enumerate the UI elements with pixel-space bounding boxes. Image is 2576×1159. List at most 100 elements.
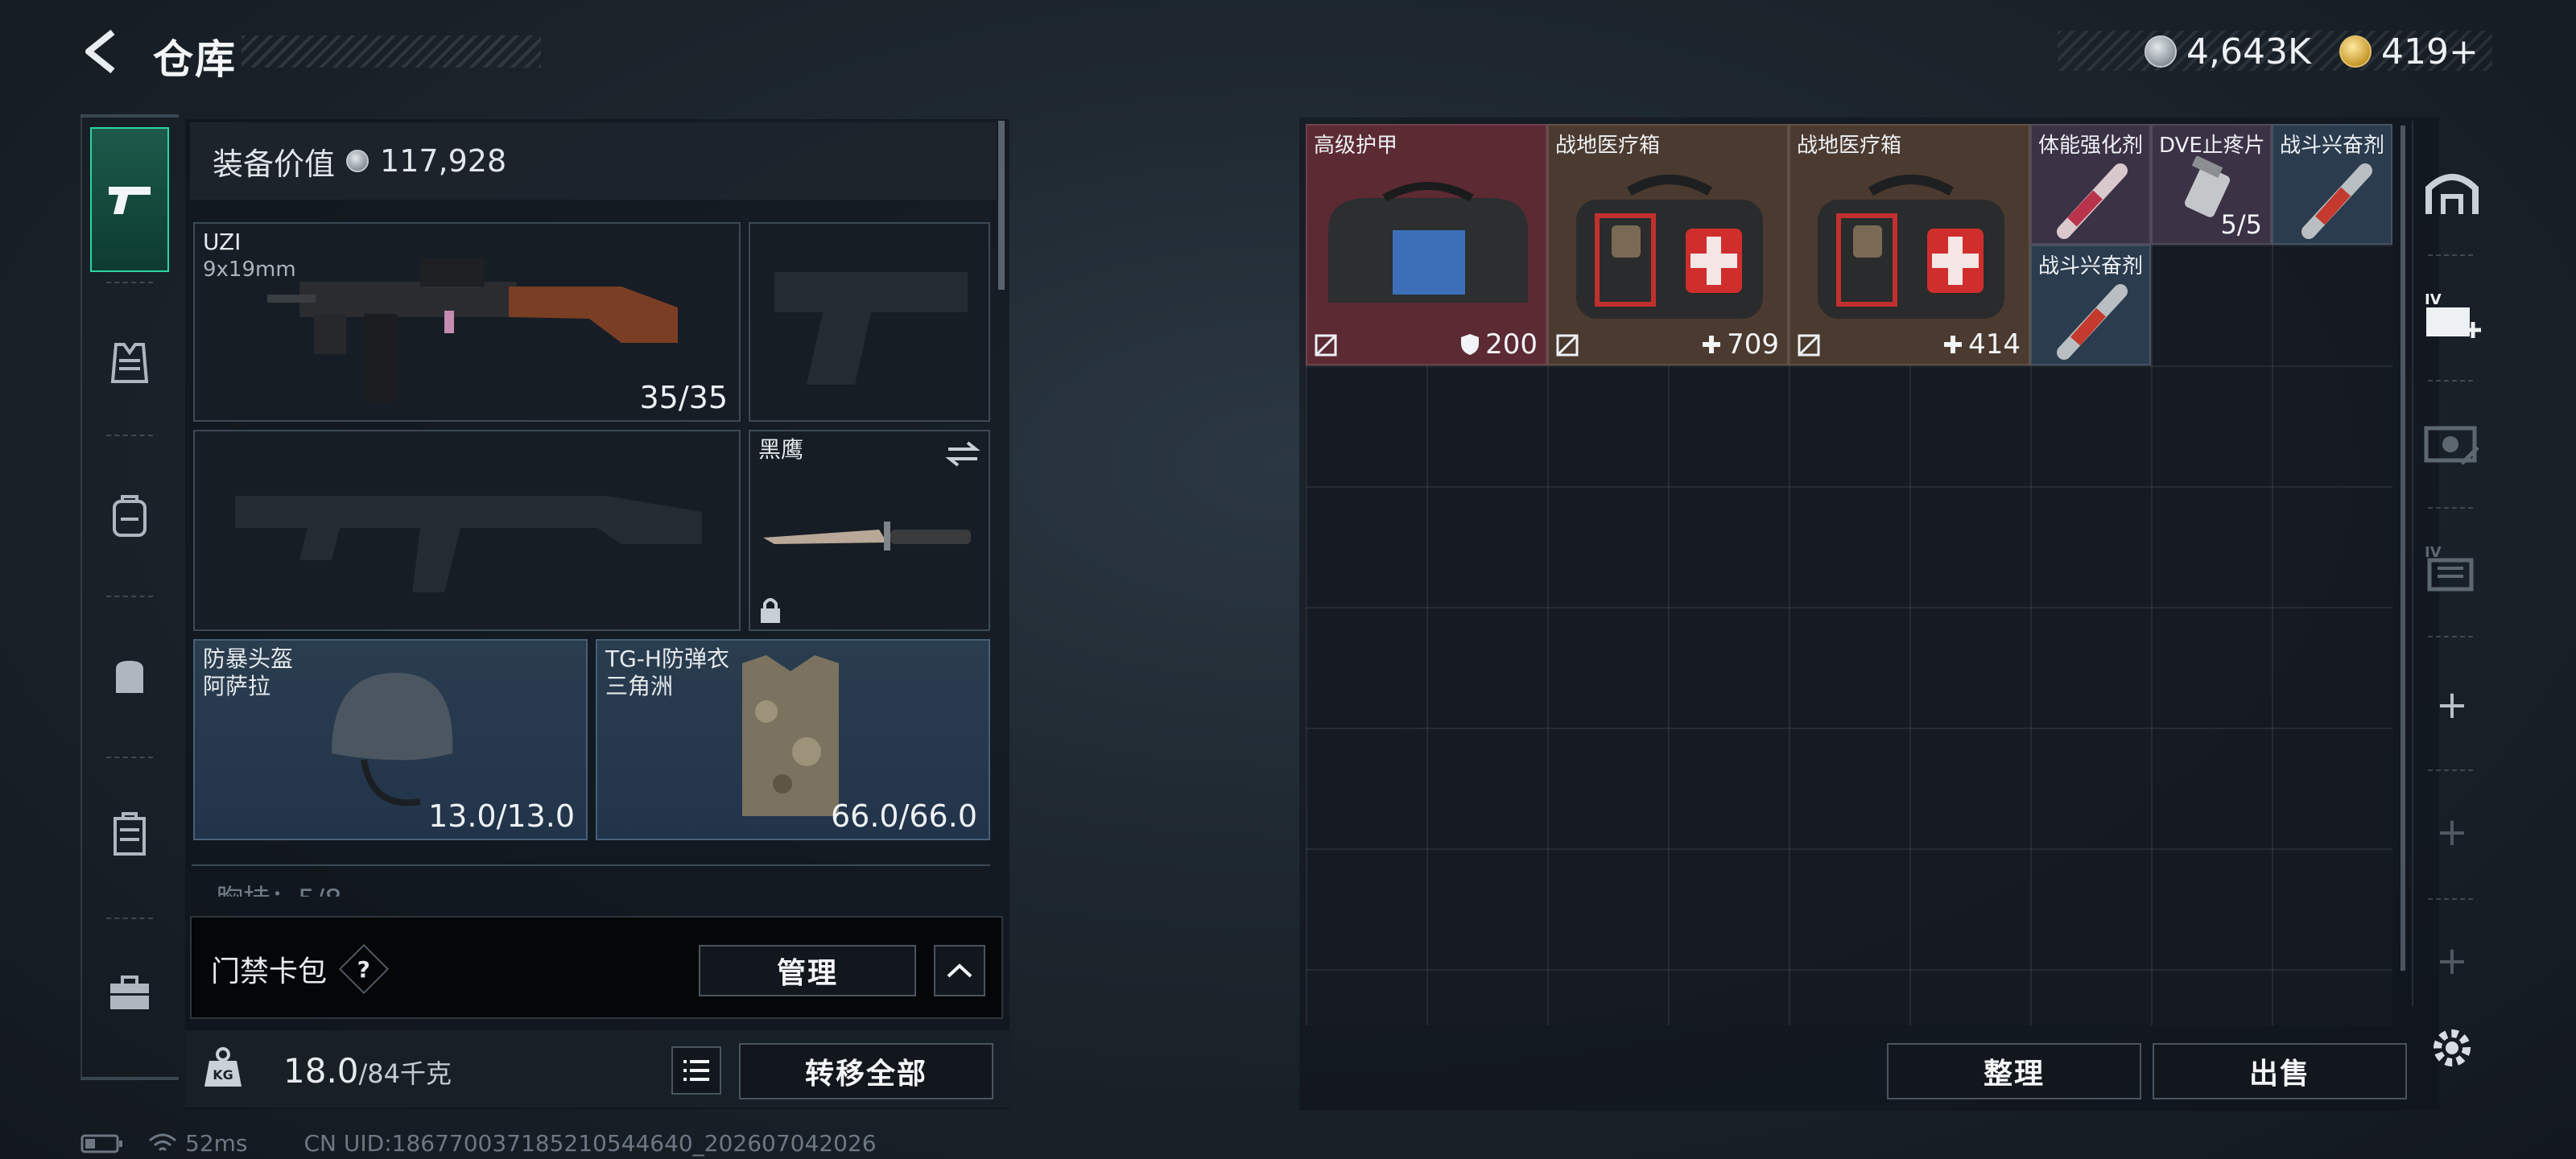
- sort-button[interactable]: 整理: [1887, 1043, 2141, 1099]
- storage-item[interactable]: 战地医疗箱 414: [1789, 124, 2030, 365]
- first-aid-kit-image: [1576, 175, 1763, 319]
- storage-tab-main[interactable]: [2421, 161, 2483, 222]
- back-arrow-icon[interactable]: [79, 27, 127, 76]
- storage-tab-locked-1[interactable]: [2421, 410, 2483, 472]
- weight-icon: KG: [201, 1046, 245, 1090]
- settings-button[interactable]: [2421, 1017, 2483, 1079]
- transfer-all-button[interactable]: 转移全部: [739, 1043, 993, 1099]
- item-value: 709: [1701, 328, 1779, 361]
- bag-icon: [116, 661, 143, 693]
- backpack-icon: [113, 495, 147, 537]
- item-name: 体能强化剂: [2038, 134, 2144, 158]
- ping-value: 52ms: [185, 1130, 248, 1157]
- locked-storage-icon: [2424, 426, 2479, 465]
- sell-button[interactable]: 出售: [2153, 1043, 2407, 1099]
- wifi-icon: [149, 1133, 176, 1151]
- warehouse-icon: [2425, 174, 2479, 214]
- secondary-weapon-slot[interactable]: [193, 430, 741, 631]
- weight-max: /84千克: [358, 1058, 452, 1089]
- side-separator: [2428, 636, 2473, 637]
- pistol-silhouette-icon: [774, 272, 968, 385]
- weapon-ammo: 35/35: [639, 380, 728, 415]
- gold-currency[interactable]: 419+: [2339, 29, 2479, 74]
- item-value: 200: [1459, 328, 1538, 361]
- add-storage-button-disabled: +: [2435, 810, 2469, 855]
- item-value-text: 414: [1968, 328, 2021, 361]
- plus-icon: [1703, 336, 1721, 353]
- toolbox-icon: [110, 975, 149, 1009]
- item-value-text: 709: [1727, 328, 1779, 361]
- tab-case[interactable]: [90, 795, 169, 874]
- storage-item[interactable]: DVE止疼片 5/5: [2151, 124, 2272, 245]
- tab-rail-bottom: [80, 1077, 179, 1080]
- plus-icon: [1944, 336, 1963, 353]
- gold-coin-icon: [2339, 35, 2372, 68]
- armor-name: TG-H防弹衣: [605, 645, 729, 672]
- battery-icon: [80, 1134, 122, 1153]
- storage-scrollbar[interactable]: [2401, 126, 2405, 971]
- storage-tab-locked-2[interactable]: IV: [2421, 538, 2483, 599]
- helmet-durability: 13.0/13.0: [427, 798, 575, 834]
- stimulant-injector-icon: [2057, 284, 2128, 360]
- title-decoration: [242, 35, 541, 68]
- tab-separator: [106, 757, 153, 758]
- item-value-text: 200: [1485, 328, 1538, 361]
- equipment-scrollbar[interactable]: [998, 121, 1005, 290]
- item-name: 战斗兴奋剂: [2038, 254, 2144, 278]
- item-count: 5/5: [2220, 209, 2263, 240]
- item-name: 战地医疗箱: [1797, 134, 1902, 158]
- armor-durability: 66.0/66.0: [830, 798, 977, 834]
- helmet-name: 防暴头盔: [203, 645, 294, 672]
- user-uid: CN UID:18677003718521054464​0_2026070420…: [303, 1130, 877, 1157]
- tab-bag[interactable]: [90, 636, 169, 715]
- medical-storage-icon: IV: [2425, 291, 2481, 338]
- tab-separator: [106, 918, 153, 919]
- no-insure-icon: [1798, 334, 1820, 357]
- chest-rig-label: 胸挂：5/8: [216, 884, 342, 897]
- helmet-image: [332, 673, 453, 806]
- item-value: 414: [1942, 328, 2021, 361]
- equipment-value-label: 装备价值: [213, 146, 336, 182]
- primary-weapon-slot[interactable]: UZI 9x19mm 35/35: [193, 222, 741, 422]
- pistol-icon: [109, 187, 151, 214]
- storage-item[interactable]: 战斗兴奋剂: [2272, 124, 2392, 245]
- silver-currency[interactable]: 4,643K: [2145, 29, 2311, 74]
- case-icon: [114, 812, 146, 856]
- side-separator: [2428, 769, 2473, 771]
- shield-icon: [1461, 334, 1480, 355]
- chest-rig-row[interactable]: 胸挂：5/8: [192, 864, 990, 897]
- tab-armor[interactable]: [90, 324, 169, 402]
- pistol-slot[interactable]: [749, 222, 990, 422]
- first-aid-kit-image: [1818, 175, 2004, 319]
- list-icon: [683, 1060, 709, 1081]
- equipment-value-row: 装备价值 117,928: [190, 122, 997, 200]
- swap-icon[interactable]: [945, 439, 980, 468]
- weight-icon-text: KG: [213, 1067, 233, 1083]
- collapse-button[interactable]: [934, 945, 985, 996]
- weapon-name: UZI: [203, 229, 242, 255]
- melee-name: 黑鹰: [758, 436, 804, 463]
- tab-toolbox[interactable]: [90, 953, 169, 1032]
- item-name: 战地医疗箱: [1555, 134, 1661, 158]
- tab-weapons[interactable]: [90, 127, 169, 272]
- help-mark: ?: [357, 955, 371, 983]
- helmet-slot[interactable]: 防暴头盔 阿萨拉 13.0/13.0: [193, 639, 588, 840]
- side-separator: [2428, 898, 2473, 900]
- storage-tab-medical[interactable]: IV: [2421, 285, 2483, 346]
- add-storage-button[interactable]: +: [2421, 674, 2483, 736]
- silver-coin-icon: [346, 150, 369, 172]
- side-separator: [2428, 254, 2473, 256]
- chevron-up-icon: [947, 963, 972, 978]
- manage-button[interactable]: 管理: [699, 945, 916, 996]
- armor-slot[interactable]: TG-H防弹衣 三角洲 66.0/66.0: [596, 639, 990, 840]
- storage-item[interactable]: 战斗兴奋剂: [2030, 245, 2151, 365]
- ping-indicator: 52ms: [148, 1130, 248, 1157]
- tab-backpack[interactable]: [90, 476, 169, 555]
- storage-item[interactable]: 高级护甲 200: [1306, 124, 1547, 365]
- storage-item[interactable]: 体能强化剂: [2030, 124, 2151, 245]
- gear-icon: [2434, 1029, 2471, 1066]
- list-button[interactable]: [671, 1046, 721, 1095]
- access-card-label: 门禁卡包: [211, 955, 328, 988]
- storage-item[interactable]: 战地医疗箱 709: [1547, 124, 1789, 365]
- melee-slot[interactable]: 黑鹰: [749, 430, 990, 631]
